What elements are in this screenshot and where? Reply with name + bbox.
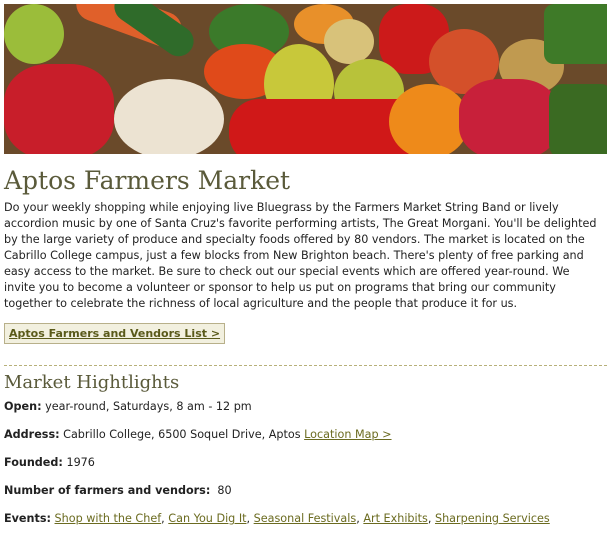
vendors-count-label: Number of farmers and vendors: <box>4 484 211 497</box>
intro-paragraph: Do your weekly shopping while enjoying l… <box>4 201 597 310</box>
event-link-shop-with-the-chef[interactable]: Shop with the Chef <box>55 512 162 525</box>
location-map-link[interactable]: Location Map > <box>304 428 391 441</box>
founded-label: Founded: <box>4 456 63 469</box>
page: Aptos Farmers Market Do your weekly shop… <box>0 0 611 536</box>
events-label: Events: <box>4 512 51 525</box>
radishes-shape <box>459 79 559 154</box>
vendors-list-button[interactable]: Aptos Farmers and Vendors List > <box>4 323 225 344</box>
address-value: Cabrillo College, 6500 Soquel Drive, Apt… <box>59 428 305 441</box>
founded-row: Founded: 1976 <box>4 455 604 471</box>
event-link-can-you-dig-it[interactable]: Can You Dig It <box>168 512 246 525</box>
vendors-count-row: Number of farmers and vendors: 80 <box>4 483 604 499</box>
event-link-seasonal-festivals[interactable]: Seasonal Festivals <box>254 512 357 525</box>
melon-shape <box>324 19 374 64</box>
greens-shape <box>549 84 607 154</box>
strawberries-shape <box>4 64 114 154</box>
produce-banner-image <box>4 4 607 154</box>
vendors-count-value: 80 <box>210 484 232 497</box>
event-link-sharpening-services[interactable]: Sharpening Services <box>435 512 550 525</box>
highlights-title: Market Hightlights <box>4 372 180 393</box>
event-link-art-exhibits[interactable]: Art Exhibits <box>363 512 428 525</box>
open-label: Open: <box>4 400 42 413</box>
events-separator: , <box>246 512 254 525</box>
events-separator: , <box>427 512 435 525</box>
zucchini-shape <box>108 4 200 63</box>
grapes-shape <box>4 4 64 64</box>
pineapple-shape <box>544 4 607 64</box>
open-value: year-round, Saturdays, 8 am - 12 pm <box>41 400 252 413</box>
page-title: Aptos Farmers Market <box>4 166 291 195</box>
open-row: Open: year-round, Saturdays, 8 am - 12 p… <box>4 399 604 415</box>
address-label: Address: <box>4 428 60 441</box>
section-divider <box>4 365 607 366</box>
events-row: Events: Shop with the Chef, Can You Dig … <box>4 511 604 527</box>
orange-shape <box>389 84 469 154</box>
founded-value: 1976 <box>62 456 95 469</box>
address-row: Address: Cabrillo College, 6500 Soquel D… <box>4 427 604 443</box>
mushrooms-shape <box>114 79 224 154</box>
